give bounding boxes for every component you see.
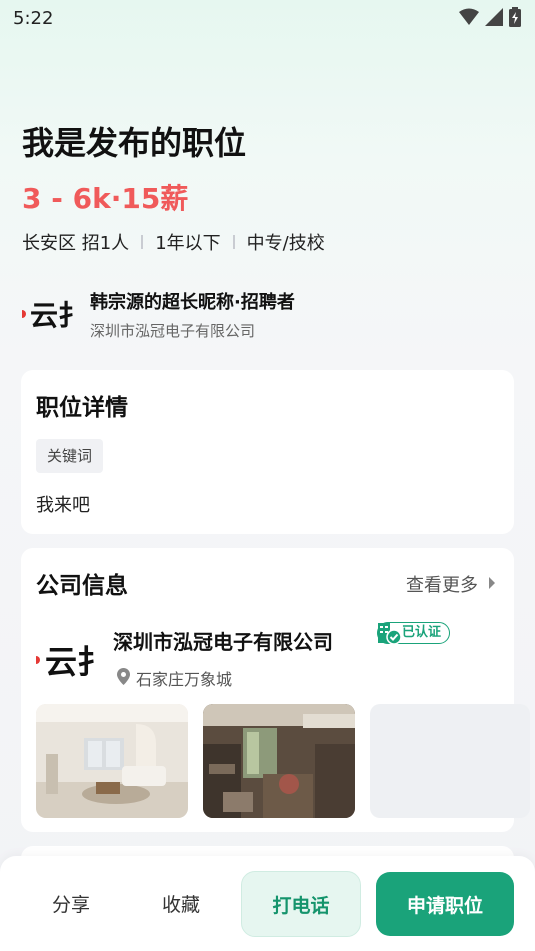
recruiter-row[interactable]: 云扌 韩宗源的超长昵称·招聘者 深圳市泓冠电子有限公司	[22, 284, 512, 344]
recruiter-name: 韩宗源的超长昵称·招聘者	[90, 292, 295, 313]
company-info-card: 公司信息 查看更多 云扌 深圳市泓冠电子有限公司 已认证 石家庄万象城	[21, 548, 530, 832]
divider	[232, 235, 235, 249]
company-info-title: 公司信息	[36, 573, 128, 599]
verified-badge: 已认证	[377, 622, 451, 645]
status-time: 5:22	[13, 8, 54, 29]
recruiter-avatar: 云扌	[22, 294, 78, 334]
share-button[interactable]: 分享	[52, 890, 90, 917]
see-more-label: 查看更多	[406, 575, 478, 596]
company-logo-text: 云扌	[45, 643, 100, 681]
favorite-button[interactable]: 收藏	[162, 890, 200, 917]
job-title: 我是发布的职位	[22, 124, 247, 162]
status-icons	[459, 7, 521, 31]
company-photo-placeholder[interactable]	[370, 704, 530, 818]
job-meta-experience: 1年以下	[155, 233, 221, 254]
job-meta-location: 长安区 招1人	[22, 233, 130, 254]
job-meta: 长安区 招1人 1年以下 中专/技校	[22, 229, 325, 255]
recruiter-company: 深圳市泓冠电子有限公司	[90, 322, 256, 340]
company-name: 深圳市泓冠电子有限公司	[113, 630, 333, 654]
see-more-link[interactable]: 查看更多	[406, 571, 496, 597]
company-photo[interactable]	[203, 704, 355, 818]
keyword-tag: 关键词	[36, 439, 104, 473]
job-details-title: 职位详情	[36, 395, 128, 421]
location-pin-icon	[117, 667, 130, 689]
salary: 3 - 6k·15薪	[22, 182, 189, 215]
company-logo: 云扌	[36, 638, 100, 682]
company-location-text: 石家庄万象城	[136, 670, 233, 689]
job-description: 我来吧	[36, 495, 90, 516]
chevron-right-icon	[488, 574, 496, 595]
signal-icon	[485, 8, 503, 30]
battery-icon	[509, 7, 521, 31]
call-button[interactable]: 打电话	[241, 871, 361, 937]
job-details-card: 职位详情 关键词 我来吧	[21, 370, 514, 534]
recruiter-logo-text: 云扌	[30, 299, 78, 332]
wifi-icon	[459, 8, 479, 30]
verified-building-icon	[376, 620, 402, 652]
bottom-action-bar: 分享 收藏 打电话 申请职位	[0, 856, 535, 951]
status-bar: 5:22	[0, 0, 535, 36]
verified-label: 已认证	[402, 625, 442, 640]
apply-button[interactable]: 申请职位	[376, 872, 514, 936]
company-photo[interactable]	[36, 704, 188, 818]
company-location: 石家庄万象城	[117, 666, 232, 690]
divider	[141, 235, 144, 249]
job-meta-education: 中专/技校	[246, 233, 325, 254]
